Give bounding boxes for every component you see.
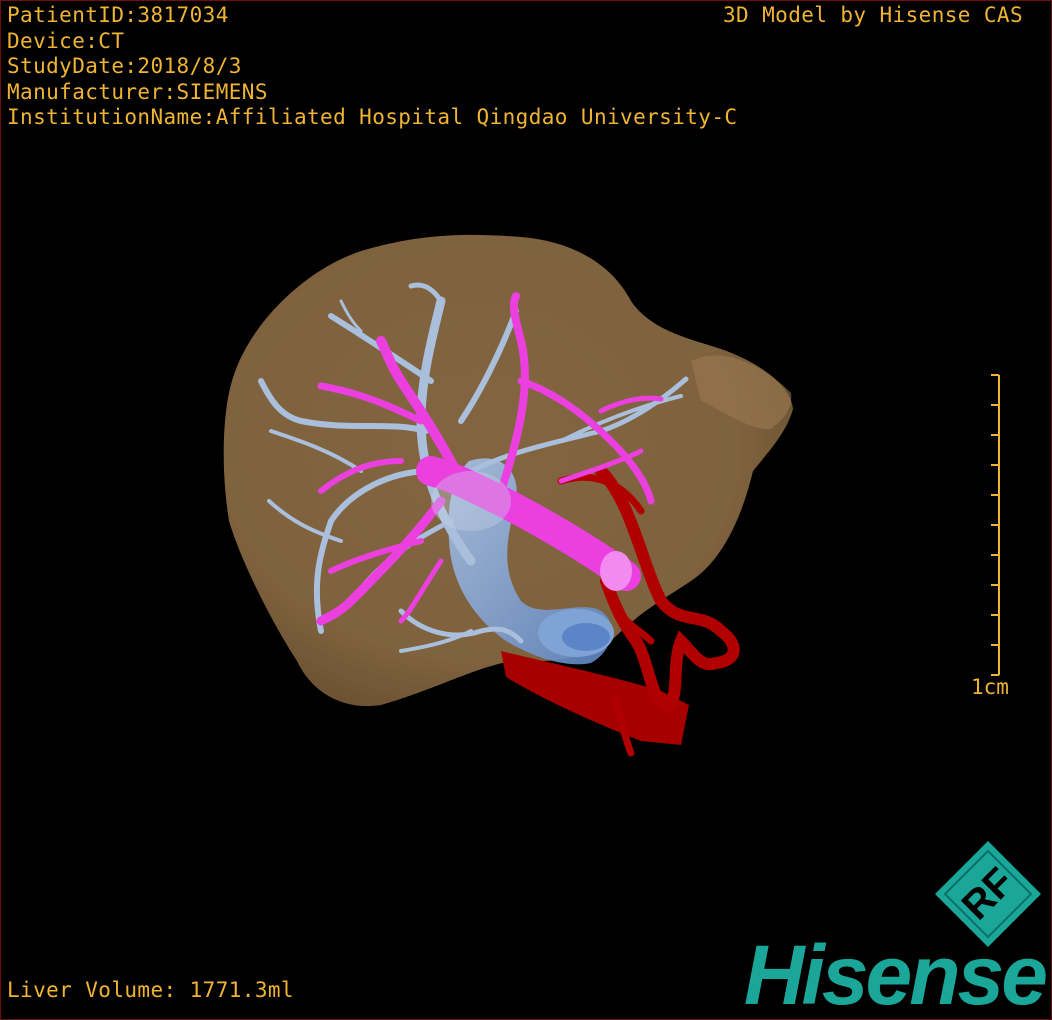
- model-credit: 3D Model by Hisense CAS: [723, 3, 1023, 27]
- patient-info-overlay: PatientID:3817034 Device:CT StudyDate:20…: [7, 3, 737, 131]
- device: Device:CT: [7, 28, 125, 53]
- portal-vein-cut: [600, 551, 632, 591]
- liver-volume: Liver Volume: 1771.3ml: [7, 978, 294, 1002]
- patient-id: PatientID:3817034: [7, 3, 229, 27]
- hisense-logo: Hisense: [743, 928, 1048, 1020]
- 3d-viewport[interactable]: PatientID:3817034 Device:CT StudyDate:20…: [0, 0, 1052, 1020]
- manufacturer: Manufacturer:SIEMENS: [7, 79, 268, 104]
- gallbladder-region: [431, 471, 511, 531]
- study-date: StudyDate:2018/8/3: [7, 54, 242, 78]
- cava-stump-inner: [562, 623, 610, 651]
- liver-3d-model[interactable]: [1, 1, 1051, 1019]
- scale-label: 1cm: [971, 675, 1009, 699]
- scale-bar: [991, 374, 1000, 676]
- institution-name: InstitutionName:Affiliated Hospital Qing…: [7, 105, 738, 129]
